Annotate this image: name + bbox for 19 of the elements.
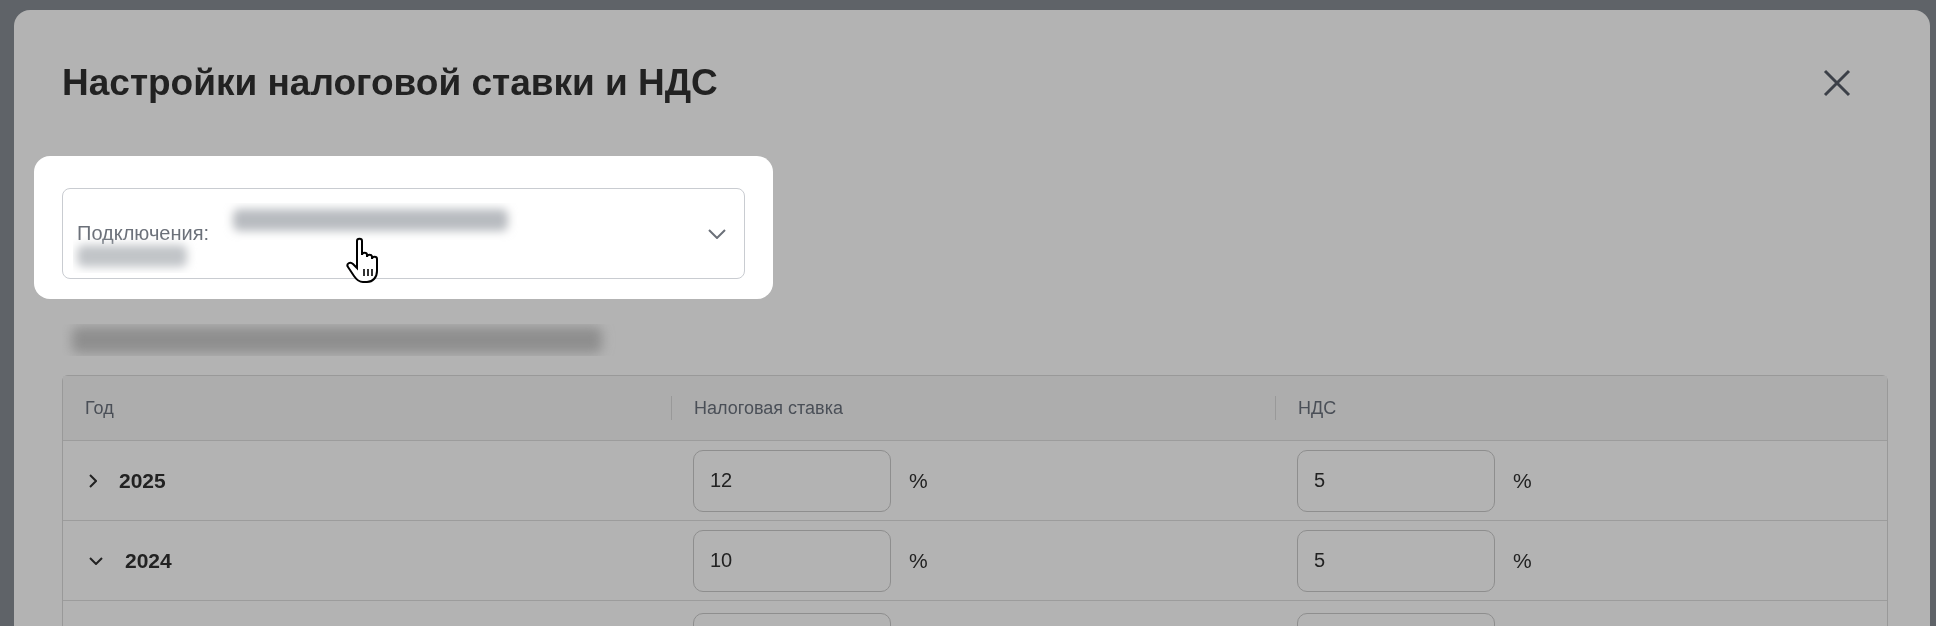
chevron-right-icon[interactable]: [89, 473, 97, 488]
column-header: Налоговая ставка: [671, 396, 1275, 420]
column-header: НДС: [1275, 396, 1887, 420]
dialog-title: Настройки налоговой ставки и НДС: [62, 62, 718, 104]
percent-unit: %: [909, 468, 928, 493]
year-cell: 2024: [125, 548, 172, 573]
percent-unit: %: [1513, 548, 1532, 573]
column-header: Год: [84, 397, 115, 420]
tax-rate-input[interactable]: 12: [693, 449, 891, 512]
vat-input[interactable]: 5: [1297, 449, 1495, 512]
chevron-down-icon: [708, 228, 726, 239]
percent-unit: %: [1513, 468, 1532, 493]
percent-unit: %: [909, 548, 928, 573]
chevron-down-icon[interactable]: [89, 556, 103, 565]
vat-input[interactable]: 5: [1297, 529, 1495, 592]
close-icon[interactable]: [1822, 68, 1852, 98]
year-cell: 2025: [119, 468, 166, 493]
tax-rate-input[interactable]: 10: [693, 529, 891, 592]
select-label: Подключения:: [77, 222, 210, 245]
